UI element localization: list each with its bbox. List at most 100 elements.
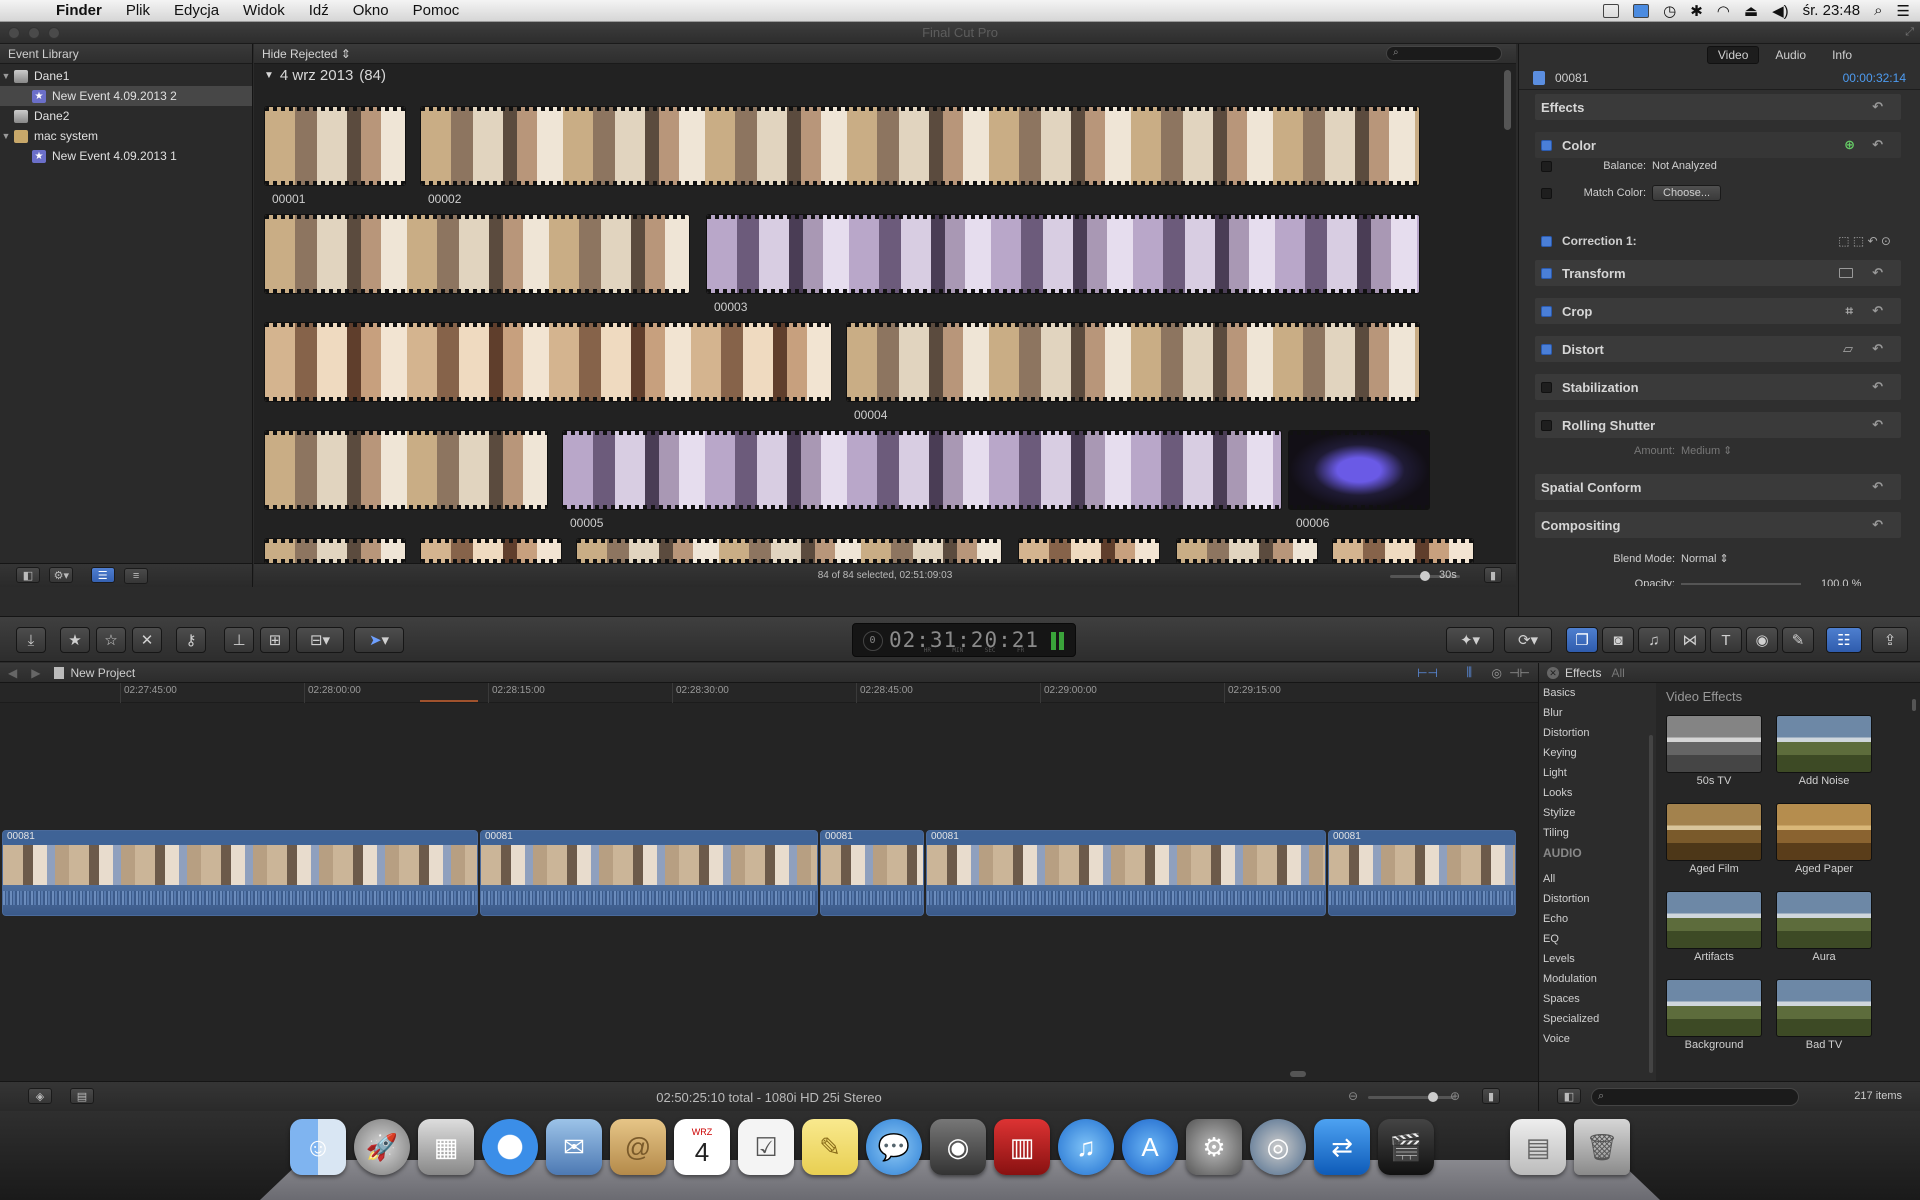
- library-item-dane2[interactable]: Dane2: [0, 106, 252, 126]
- connect-clip-button[interactable]: ⊥: [224, 627, 254, 653]
- clip-filmstrip[interactable]: [846, 322, 1420, 402]
- messages-icon[interactable]: 💬: [866, 1119, 922, 1175]
- disclosure-triangle-icon[interactable]: ▼: [0, 131, 12, 141]
- favorite-button[interactable]: ★: [60, 627, 90, 653]
- category-audio-all[interactable]: All: [1539, 869, 1656, 889]
- category-eq[interactable]: EQ: [1539, 929, 1656, 949]
- category-looks[interactable]: Looks: [1539, 783, 1656, 803]
- effect-thumb-aged-paper[interactable]: [1776, 803, 1872, 861]
- timeline-ruler[interactable]: 02:27:45:00 02:28:00:00 02:28:15:00 02:2…: [0, 683, 1538, 703]
- audio-meter-icon[interactable]: [1051, 632, 1065, 650]
- enable-checkbox[interactable]: [1541, 139, 1552, 151]
- fullscreen-icon[interactable]: ⤢: [1905, 26, 1914, 39]
- library-item-event-1[interactable]: ★ New Event 4.09.2013 1: [0, 146, 252, 166]
- trash-icon[interactable]: 🗑: [1574, 1119, 1630, 1175]
- category-distortion[interactable]: Distortion: [1539, 723, 1656, 743]
- photos-browser-button[interactable]: ◙: [1602, 627, 1634, 653]
- crop-onscreen-icon[interactable]: ⌗: [1846, 303, 1853, 319]
- effects-search-input[interactable]: ⌕: [1591, 1088, 1799, 1106]
- correction-tools-icon[interactable]: ⬚ ⬚ ↶ ⊙: [1838, 234, 1891, 248]
- clip-filmstrip[interactable]: [264, 538, 406, 564]
- back-arrow-icon[interactable]: ◀: [8, 666, 17, 680]
- toggle-library-button[interactable]: ◧: [16, 567, 40, 583]
- effect-thumb-50s-tv[interactable]: [1666, 715, 1762, 773]
- categories-scrollbar[interactable]: [1649, 735, 1653, 1073]
- documents-icon[interactable]: ▤: [1510, 1119, 1566, 1175]
- calendar-icon[interactable]: WRZ 4: [674, 1119, 730, 1175]
- wifi-icon[interactable]: ◠: [1717, 2, 1730, 20]
- import-media-button[interactable]: ⤓: [16, 627, 46, 653]
- menu-pomoc[interactable]: Pomoc: [401, 2, 472, 19]
- category-stylize[interactable]: Stylize: [1539, 803, 1656, 823]
- safari-icon[interactable]: ✧: [482, 1119, 538, 1175]
- enable-checkbox[interactable]: [1541, 343, 1552, 355]
- music-browser-button[interactable]: ♫: [1638, 627, 1670, 653]
- dashboard-timecode[interactable]: 0 02:31:20:21 HR MIN SEC FR: [852, 623, 1076, 657]
- enable-checkbox[interactable]: [1541, 267, 1552, 279]
- audio-skimming-icon[interactable]: ⫼: [1466, 665, 1472, 680]
- themes-browser-button[interactable]: ✎: [1782, 627, 1814, 653]
- zoom-in-icon[interactable]: ⊕: [1450, 1089, 1460, 1103]
- category-levels[interactable]: Levels: [1539, 949, 1656, 969]
- clip-filmstrip[interactable]: [576, 538, 1002, 564]
- filmstrip-view-button[interactable]: ☰: [90, 567, 115, 583]
- clip-filmstrip[interactable]: [264, 214, 690, 294]
- reset-icon[interactable]: ↶: [1872, 137, 1883, 153]
- timeline-scrollbar[interactable]: [1290, 1071, 1306, 1077]
- effect-thumb-artifacts[interactable]: [1666, 891, 1762, 949]
- time-machine-icon[interactable]: ◷: [1663, 2, 1676, 20]
- effects-browser-button[interactable]: ☷: [1826, 627, 1862, 653]
- clip-filmstrip[interactable]: [706, 214, 1420, 294]
- reminders-icon[interactable]: ☑: [738, 1119, 794, 1175]
- solo-icon[interactable]: ◎: [1492, 666, 1502, 680]
- clip-filmstrip[interactable]: [264, 106, 406, 186]
- transform-section[interactable]: Transform ↶: [1535, 260, 1901, 286]
- category-blur[interactable]: Blur: [1539, 703, 1656, 723]
- rolling-shutter-section[interactable]: Rolling Shutter ↶: [1535, 412, 1901, 438]
- clip-filmstrip[interactable]: [420, 538, 562, 564]
- toggle-sidebar-button[interactable]: ◧: [1557, 1088, 1581, 1104]
- balance-checkbox[interactable]: [1541, 160, 1552, 172]
- menu-edycja[interactable]: Edycja: [162, 2, 231, 19]
- background-tasks-icon[interactable]: 0: [863, 631, 883, 651]
- spotlight-icon[interactable]: ⌕: [1874, 2, 1882, 19]
- category-specialized[interactable]: Specialized: [1539, 1009, 1656, 1029]
- tab-audio[interactable]: Audio: [1765, 47, 1816, 63]
- opacity-value[interactable]: 100.0 %: [1821, 578, 1861, 586]
- effect-thumb-aged-film[interactable]: [1666, 803, 1762, 861]
- disclosure-triangle-icon[interactable]: ▼: [0, 71, 12, 81]
- blend-mode-dropdown[interactable]: Normal ⇕: [1681, 552, 1729, 565]
- timeline-clip[interactable]: 00081: [820, 830, 924, 916]
- playhead-range-marker[interactable]: [420, 700, 478, 702]
- timeline-clip[interactable]: 00081: [2, 830, 478, 916]
- stabilization-section[interactable]: Stabilization ↶: [1535, 374, 1901, 400]
- transitions-browser-button[interactable]: ⋈: [1674, 627, 1706, 653]
- library-item-mac-system[interactable]: ▼ mac system: [0, 126, 252, 146]
- timeline-zoom-slider[interactable]: [1368, 1092, 1454, 1102]
- menu-idz[interactable]: Idź: [297, 2, 341, 19]
- bluetooth-icon[interactable]: ✱: [1690, 2, 1703, 20]
- snapping-icon[interactable]: ⊣⊢: [1509, 666, 1530, 680]
- library-item-event-2[interactable]: ★ New Event 4.09.2013 2: [0, 86, 252, 106]
- preview-icon[interactable]: ▦: [418, 1119, 474, 1175]
- menu-plik[interactable]: Plik: [114, 2, 162, 19]
- category-light[interactable]: Light: [1539, 763, 1656, 783]
- disclosure-triangle-icon[interactable]: ▼: [264, 70, 274, 81]
- reset-icon[interactable]: ↶: [1872, 479, 1883, 495]
- generators-browser-button[interactable]: ◉: [1746, 627, 1778, 653]
- category-spaces[interactable]: Spaces: [1539, 989, 1656, 1009]
- reset-icon[interactable]: ↶: [1872, 341, 1883, 357]
- category-echo[interactable]: Echo: [1539, 909, 1656, 929]
- action-gear-button[interactable]: ⚙▾: [49, 567, 74, 583]
- insert-clip-button[interactable]: ⊞: [260, 627, 290, 653]
- append-clip-button[interactable]: ⊟▾: [296, 627, 344, 653]
- menubar-clock[interactable]: śr. 23:48: [1803, 2, 1861, 19]
- volume-icon[interactable]: ◀): [1772, 2, 1789, 20]
- correction-row[interactable]: Correction 1: ⬚ ⬚ ↶ ⊙: [1535, 234, 1901, 248]
- reset-icon[interactable]: ↶: [1872, 303, 1883, 319]
- enhancements-button[interactable]: ✦▾: [1446, 627, 1494, 653]
- select-tool-button[interactable]: ➤ ▾: [354, 627, 404, 653]
- reset-icon[interactable]: ↶: [1872, 379, 1883, 395]
- clip-filmstrip[interactable]: [264, 322, 832, 402]
- iphoto-icon[interactable]: ◎: [1250, 1119, 1306, 1175]
